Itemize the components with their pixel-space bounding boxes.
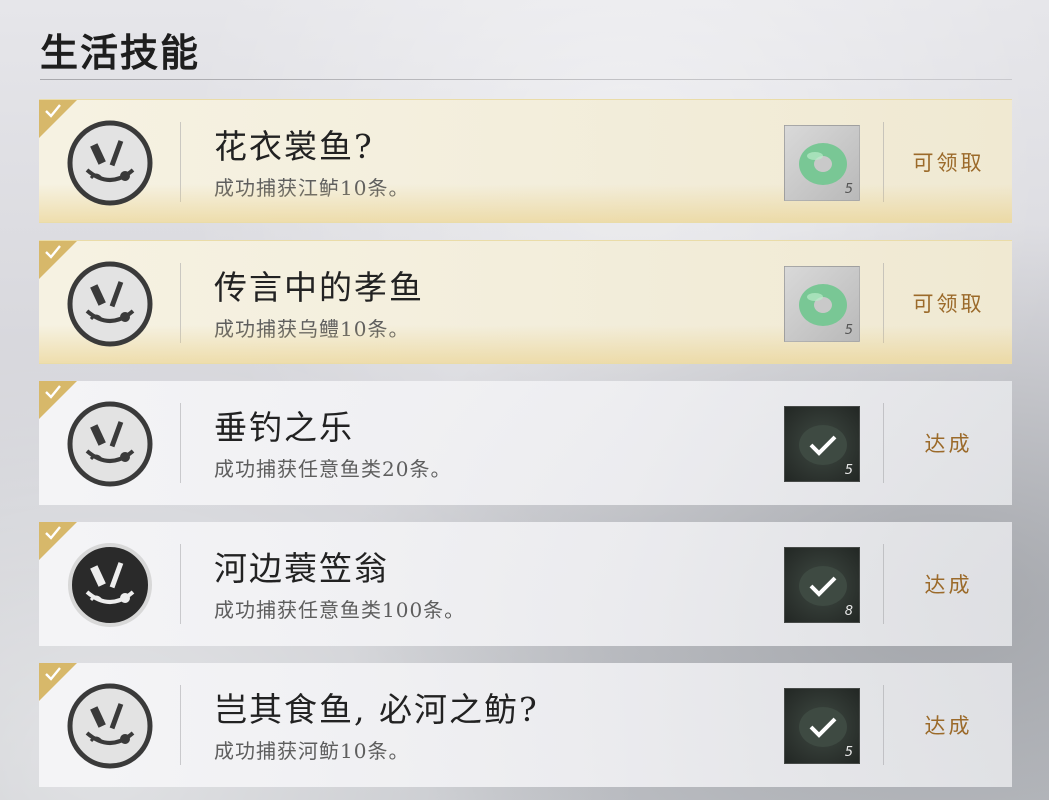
reward-slot[interactable]: 5	[784, 266, 860, 342]
reward-count: 5	[844, 323, 853, 338]
achievement-description: 成功捕获任意鱼类20条。	[214, 457, 452, 481]
divider	[180, 544, 181, 624]
achieved-label: 达成	[924, 432, 973, 456]
achievement-card: 花衣裳鱼? 成功捕获江鲈10条。 5 可领取	[39, 99, 1012, 223]
achievement-name: 垂钓之乐	[214, 408, 354, 447]
divider	[883, 403, 884, 483]
reward-count: 8	[844, 604, 853, 619]
corner-check-icon	[45, 526, 61, 540]
claim-button[interactable]: 可领取	[885, 100, 1012, 222]
divider	[883, 685, 884, 765]
corner-check-icon	[45, 667, 61, 681]
divider	[883, 122, 884, 202]
reward-slot[interactable]: 5	[784, 125, 860, 201]
fishing-skill-icon	[67, 120, 153, 206]
claim-button[interactable]: 可领取	[885, 241, 1012, 363]
reward-count: 5	[844, 745, 853, 760]
achievement-card: 河边蓑笠翁 成功捕获任意鱼类100条。 8 达成	[39, 522, 1012, 646]
divider	[883, 263, 884, 343]
reward-slot[interactable]: 8	[784, 547, 860, 623]
page-title: 生活技能	[40, 31, 201, 75]
reward-slot[interactable]: 5	[784, 688, 860, 764]
achievement-name: 花衣裳鱼?	[214, 127, 374, 166]
achievement-card: 传言中的孝鱼 成功捕获乌鳢10条。 5 可领取	[39, 240, 1012, 364]
corner-check-icon	[45, 385, 61, 399]
divider	[180, 685, 181, 765]
divider	[180, 122, 181, 202]
achievement-description: 成功捕获河鲂10条。	[214, 739, 410, 763]
achievement-description: 成功捕获乌鳢10条。	[214, 317, 410, 341]
fishing-skill-icon	[67, 401, 153, 487]
fishing-skill-icon	[67, 683, 153, 769]
reward-slot[interactable]: 5	[784, 406, 860, 482]
achievement-name: 河边蓑笠翁	[214, 549, 389, 588]
divider	[883, 544, 884, 624]
achievement-name: 岂其食鱼, 必河之鲂?	[214, 690, 539, 729]
title-divider	[40, 79, 1012, 80]
achievement-description: 成功捕获任意鱼类100条。	[214, 598, 466, 622]
achievement-card: 垂钓之乐 成功捕获任意鱼类20条。 5 达成	[39, 381, 1012, 505]
achieved-label: 达成	[924, 714, 973, 738]
divider	[180, 403, 181, 483]
reward-count: 5	[844, 463, 853, 478]
divider	[180, 263, 181, 343]
fishing-skill-icon	[68, 543, 152, 627]
achieved-label: 达成	[924, 573, 973, 597]
corner-check-icon	[45, 245, 61, 259]
achievement-card: 岂其食鱼, 必河之鲂? 成功捕获河鲂10条。 5 达成	[39, 663, 1012, 787]
achievement-description: 成功捕获江鲈10条。	[214, 176, 410, 200]
fishing-skill-icon	[67, 261, 153, 347]
achievement-list: 花衣裳鱼? 成功捕获江鲈10条。 5 可领取 传言中的孝鱼 成功捕获乌鳢10条。	[39, 99, 1012, 800]
achievement-name: 传言中的孝鱼	[214, 268, 424, 307]
reward-count: 5	[844, 182, 853, 197]
corner-check-icon	[45, 104, 61, 118]
